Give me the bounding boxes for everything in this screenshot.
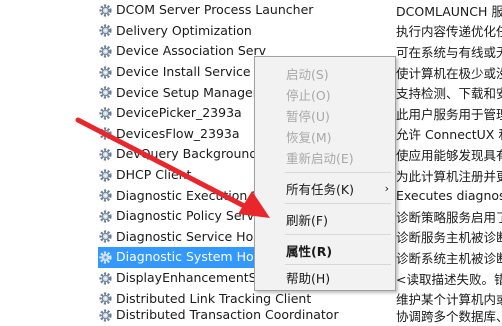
gear-icon xyxy=(98,168,113,183)
menu-item-label: 暂停(U) xyxy=(286,108,330,124)
service-row[interactable]: Device Install Service 使计算机在极少或没 xyxy=(0,62,502,83)
service-description: 可在系统与有线或无线 xyxy=(396,44,502,60)
menu-item-label: 恢复(M) xyxy=(286,129,332,145)
service-row[interactable]: Diagnostic Service Host 诊断服务主机被诊断 xyxy=(0,227,502,248)
gear-icon xyxy=(98,229,113,244)
service-description: 执行内容传递优化任 xyxy=(396,24,502,40)
menu-item-refresh[interactable]: 刷新(F) xyxy=(255,209,395,229)
gear-icon xyxy=(98,250,113,265)
service-row[interactable]: Distributed Transaction Coordinator 协调跨多… xyxy=(0,305,502,326)
menu-item-help[interactable]: 帮助(H) xyxy=(255,267,395,287)
menu-item-stop[interactable]: 停止(O) xyxy=(255,84,395,104)
service-description: 协调跨多个数据库、 xyxy=(396,308,502,324)
service-description: Executes diagnosti xyxy=(396,188,502,204)
service-description: 使计算机在极少或没 xyxy=(396,65,502,81)
service-name-cell[interactable]: Distributed Transaction Coordinator xyxy=(98,305,392,326)
gear-icon xyxy=(98,106,113,121)
gear-icon xyxy=(98,209,113,224)
menu-item-restart[interactable]: 重新启动(E) xyxy=(255,147,395,167)
service-name: Device Setup Manager xyxy=(116,84,258,100)
service-name: Device Association Serv xyxy=(116,43,267,59)
menu-separator xyxy=(285,234,391,235)
service-name-cell[interactable]: DCOM Server Process Launcher xyxy=(98,0,392,21)
menu-separator xyxy=(285,172,391,173)
service-row[interactable]: Device Association Serv 可在系统与有线或无线 xyxy=(0,41,502,62)
menu-item-properties[interactable]: 属性(R) xyxy=(255,240,395,260)
service-name: Diagnostic Service Host xyxy=(116,228,265,244)
menu-separator xyxy=(285,203,391,204)
menu-item-label: 帮助(H) xyxy=(286,270,331,286)
gear-icon xyxy=(98,147,113,162)
service-row[interactable]: Delivery Optimization 执行内容传递优化任 xyxy=(0,21,502,42)
chevron-right-icon: › xyxy=(384,181,389,195)
service-row-selected[interactable]: Diagnostic System Host 诊断系统主机被诊断 xyxy=(0,247,502,268)
menu-item-label: 重新启动(E) xyxy=(286,150,354,166)
service-name: Distributed Transaction Coordinator xyxy=(116,307,339,323)
menu-item-label: 所有任务(K) xyxy=(286,181,354,197)
gear-icon xyxy=(98,44,113,59)
services-list: DCOM Server Process Launcher DCOMLAUNCH … xyxy=(0,0,502,326)
service-description: 支持检测、下载和安 xyxy=(396,86,502,102)
gear-icon xyxy=(98,188,113,203)
service-name: DHCP Client xyxy=(116,167,192,183)
gear-icon xyxy=(98,23,113,38)
menu-item-label: 启动(S) xyxy=(286,66,329,82)
service-name: Diagnostic Execution S xyxy=(116,187,260,203)
service-description: <读取描述失败。错 xyxy=(396,271,502,287)
service-row[interactable]: Diagnostic Execution S Executes diagnost… xyxy=(0,185,502,206)
service-row[interactable]: Diagnostic Policy Servic 诊断策略服务启用了 xyxy=(0,206,502,227)
service-row[interactable]: DevQuery Background 使应用能够发现具有 xyxy=(0,144,502,165)
gear-icon xyxy=(98,3,113,18)
gear-icon xyxy=(98,85,113,100)
service-description: 诊断策略服务启用了 xyxy=(396,209,502,225)
service-row[interactable]: DevicesFlow_2393a 允许 ConnectUX 和 xyxy=(0,124,502,145)
service-name: Delivery Optimization xyxy=(116,22,252,38)
menu-item-label: 属性(R) xyxy=(286,243,333,259)
gear-icon xyxy=(98,271,113,286)
service-description: DCOMLAUNCH 服 xyxy=(396,3,502,19)
service-name: Diagnostic Policy Servic xyxy=(116,208,265,224)
service-name: DCOM Server Process Launcher xyxy=(116,2,314,18)
service-row[interactable]: DisplayEnhancementService <读取描述失败。错 xyxy=(0,268,502,289)
service-description: 为此计算机注册并更 xyxy=(396,168,502,184)
gear-icon xyxy=(98,291,113,306)
menu-item-pause[interactable]: 暂停(U) xyxy=(255,105,395,125)
service-row[interactable]: DevicePicker_2393a 此用户服务用于管理 xyxy=(0,103,502,124)
gear-icon xyxy=(98,126,113,141)
service-name: DevQuery Background xyxy=(116,146,258,162)
service-description: 此用户服务用于管理 xyxy=(396,106,502,122)
menu-item-label: 刷新(F) xyxy=(286,212,328,228)
gear-icon xyxy=(98,308,113,323)
service-description: 允许 ConnectUX 和 xyxy=(396,127,502,143)
menu-separator xyxy=(285,264,391,265)
gear-icon xyxy=(98,65,113,80)
menu-item-label: 停止(O) xyxy=(286,87,331,103)
service-row[interactable]: Device Setup Manager 支持检测、下载和安 xyxy=(0,82,502,103)
menu-item-start[interactable]: 启动(S) xyxy=(255,63,395,83)
service-name: DevicesFlow_2393a xyxy=(116,125,240,141)
service-row[interactable]: DHCP Client 为此计算机注册并更 xyxy=(0,165,502,186)
menu-item-all-tasks[interactable]: 所有任务(K) › xyxy=(255,178,395,198)
context-menu: 启动(S) 停止(O) 暂停(U) 恢复(M) 重新启动(E) 所有任务(K) … xyxy=(254,56,396,291)
service-name: Device Install Service xyxy=(116,64,251,80)
service-description: 使应用能够发现具有 xyxy=(396,147,502,163)
service-name: Diagnostic System Host xyxy=(116,249,266,265)
service-description: 诊断服务主机被诊断 xyxy=(396,230,502,246)
service-row[interactable]: DCOM Server Process Launcher DCOMLAUNCH … xyxy=(0,0,502,21)
service-name: DevicePicker_2393a xyxy=(116,105,242,121)
menu-item-resume[interactable]: 恢复(M) xyxy=(255,126,395,146)
service-name-cell[interactable]: Delivery Optimization xyxy=(98,21,392,42)
service-description: 诊断系统主机被诊断 xyxy=(396,250,502,266)
